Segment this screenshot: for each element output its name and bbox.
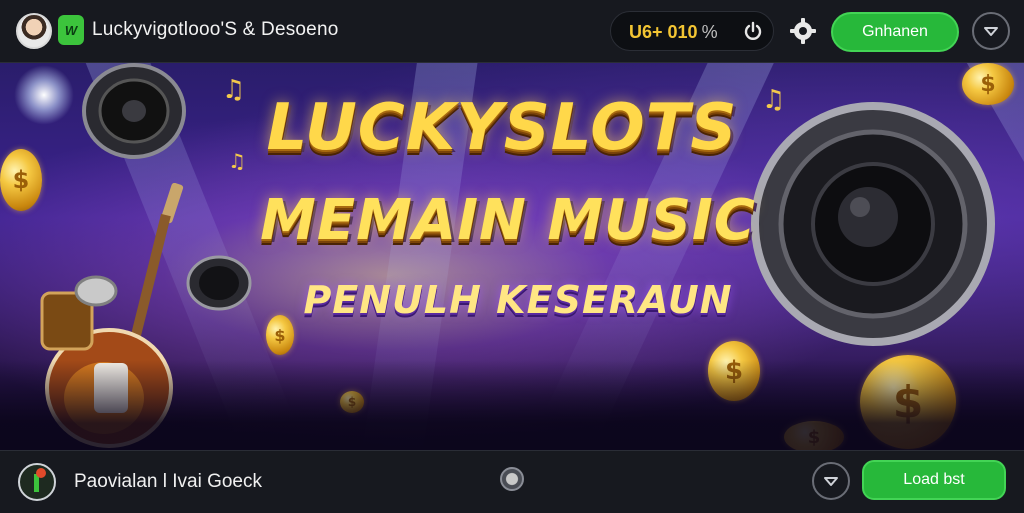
top-cta-button[interactable]: Gnhanen <box>831 12 959 52</box>
crowd-silhouette <box>0 360 1024 450</box>
music-app-glyph <box>34 468 46 492</box>
gear-icon[interactable] <box>788 16 818 46</box>
hero-banner[interactable]: LUCKYSLOTS MEMAIN MUSIC PENULH KESERAUN … <box>0 63 1024 450</box>
balance-unit: % <box>701 22 718 42</box>
chevron-down-icon <box>984 27 998 36</box>
balance-pill[interactable]: U6+ 010% <box>610 11 774 51</box>
coin-icon: $ <box>962 63 1014 105</box>
banner-subheadline: MEMAIN MUSIC <box>260 188 756 253</box>
radio-dot[interactable] <box>500 467 524 491</box>
coin-icon: $ <box>266 315 294 355</box>
app-title: Luckyvigotlooo'S & Desoeno <box>92 19 339 40</box>
coin-icon: $ <box>0 149 42 211</box>
banner-headline: LUCKYSLOTS <box>266 91 738 165</box>
music-note-icon: ♫ <box>222 75 246 105</box>
user-avatar[interactable] <box>16 13 52 49</box>
banner-tagline: PENULH KESERAUN <box>303 278 733 322</box>
top-bar: W Luckyvigotlooo'S & Desoeno U6+ 010% Gn… <box>0 0 1024 63</box>
balance-amount: U6+ 010 <box>629 22 698 42</box>
music-note-icon: ♫ <box>228 149 246 173</box>
balance-value: U6+ 010% <box>629 22 718 43</box>
brand-logo-badge: W <box>58 15 84 45</box>
music-note-icon: ♫ <box>762 85 786 115</box>
load-button[interactable]: Load bst <box>862 460 1006 500</box>
chevron-down-icon <box>824 477 838 486</box>
footer-text: Paovialan l Ivai Goeck <box>74 471 262 492</box>
large-speaker-icon <box>751 102 995 346</box>
speaker-icon <box>82 63 186 159</box>
power-icon[interactable] <box>743 21 763 41</box>
stage-light <box>14 65 74 125</box>
bottom-menu-button[interactable] <box>812 462 850 500</box>
music-app-icon[interactable] <box>18 463 56 501</box>
top-menu-button[interactable] <box>972 12 1010 50</box>
